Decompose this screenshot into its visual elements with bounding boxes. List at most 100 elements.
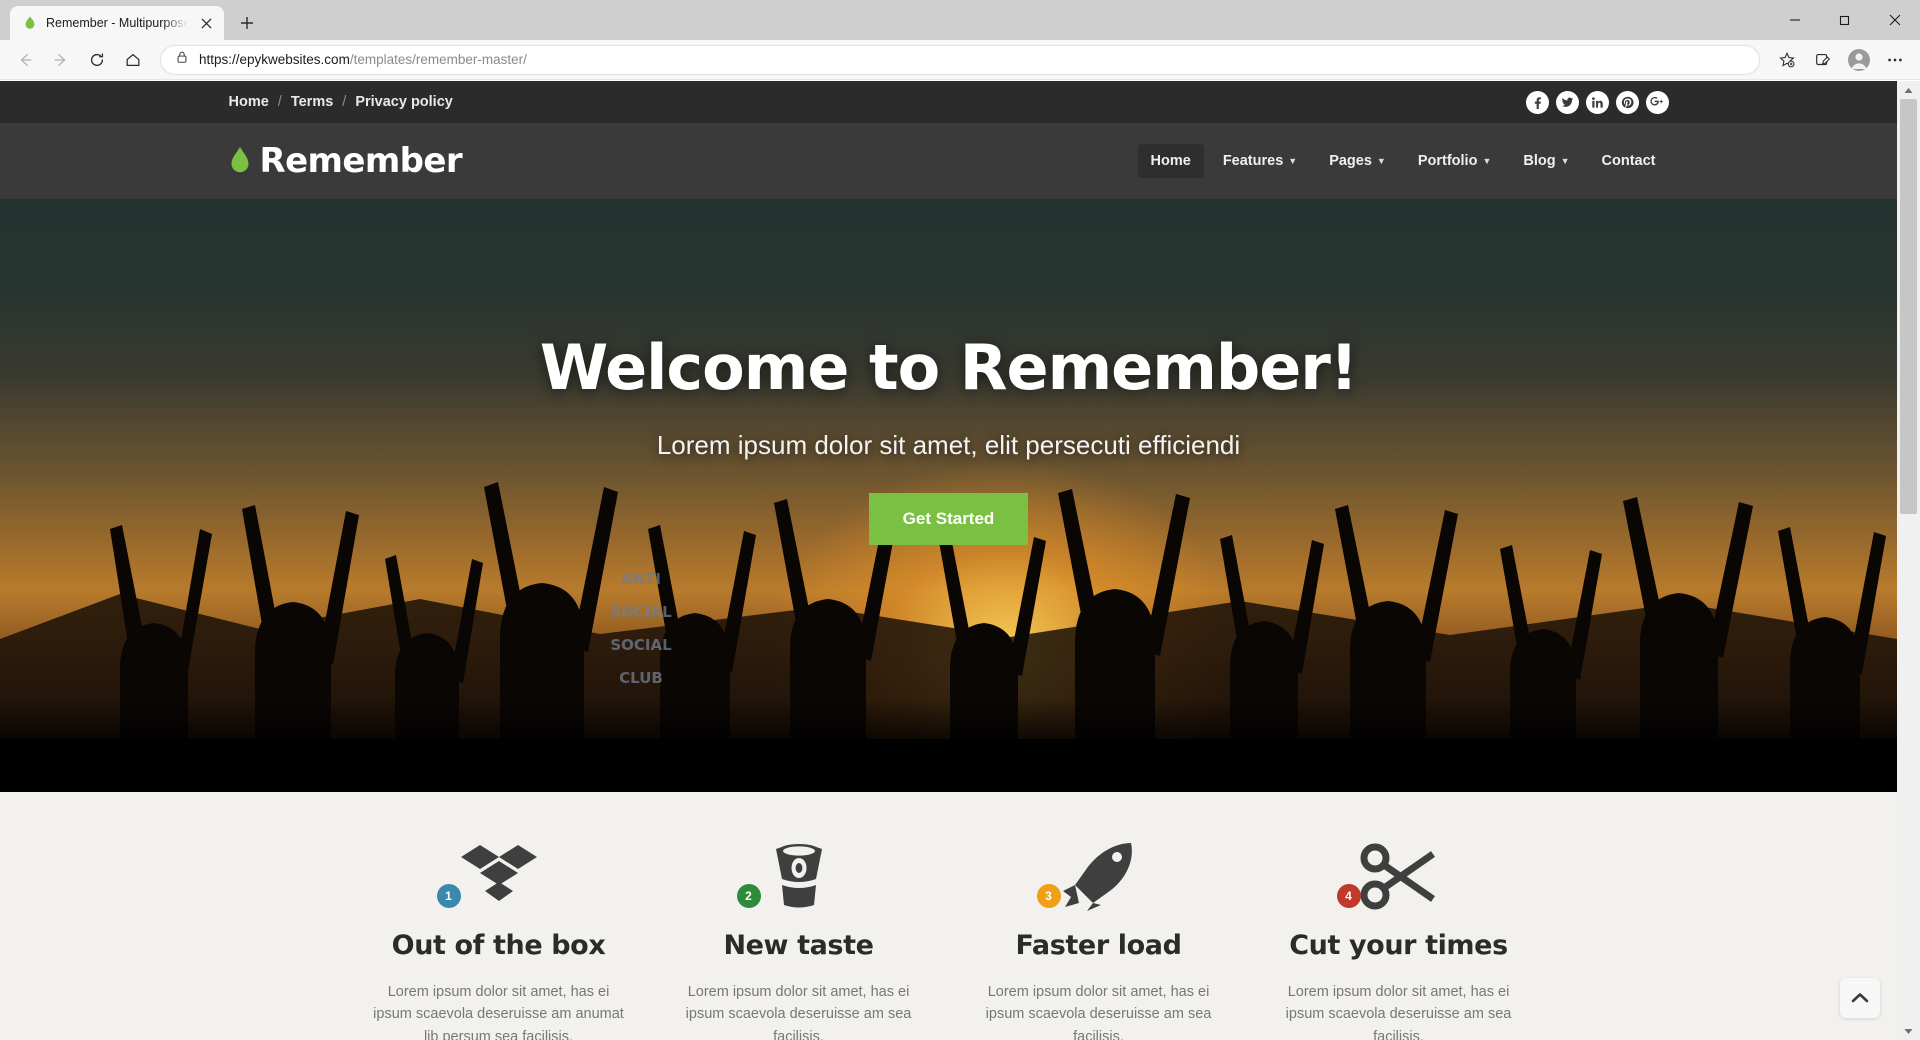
- url-text: https://epykwebsites.com/templates/remem…: [199, 52, 1749, 67]
- nav-label: Blog: [1523, 153, 1556, 169]
- coffee-cup-icon: [775, 844, 822, 908]
- hero-section: ANTI SOCIAL SOCIAL CLUB Welcome to Remem…: [0, 199, 1897, 792]
- svg-text:ANTI: ANTI: [621, 570, 661, 588]
- badge-number: 2: [745, 889, 752, 903]
- feature-card: 2 New taste Lorem ipsum dolor sit amet, …: [649, 838, 949, 1040]
- browser-toolbar: https://epykwebsites.com/templates/remem…: [0, 40, 1920, 80]
- maximize-icon[interactable]: [1820, 0, 1870, 40]
- badge-number: 1: [445, 889, 452, 903]
- chevron-down-icon: ▼: [1560, 156, 1570, 166]
- address-bar[interactable]: https://epykwebsites.com/templates/remem…: [160, 44, 1760, 75]
- collections-icon[interactable]: [1806, 43, 1840, 77]
- site-top-bar: Home / Terms / Privacy policy: [0, 81, 1897, 123]
- feature-text: Lorem ipsum dolor sit amet, has ei ipsum…: [685, 984, 912, 1040]
- rocket-icon: [1062, 843, 1132, 911]
- chevron-down-icon: ▼: [1482, 156, 1492, 166]
- chevron-down-icon: ▼: [1288, 156, 1298, 166]
- nav-label: Portfolio: [1417, 153, 1478, 169]
- badge-number: 4: [1345, 889, 1352, 903]
- url-path: /templates/remember-master/: [349, 52, 527, 67]
- feature-title: Faster load: [1015, 930, 1182, 961]
- top-bar-links: Home / Terms / Privacy policy: [229, 94, 453, 110]
- top-link-home[interactable]: Home: [229, 94, 269, 110]
- features-grid: 1 Out of the box Lorem ipsum dolor sit a…: [349, 838, 1549, 1040]
- home-icon[interactable]: [116, 43, 150, 77]
- scroll-up-arrow-icon[interactable]: [1897, 81, 1920, 99]
- feature-card: 1 Out of the box Lorem ipsum dolor sit a…: [349, 838, 649, 1040]
- site-header: Remember Home Features ▼ Pages ▼ Portfol…: [0, 123, 1897, 199]
- close-icon[interactable]: [1870, 0, 1920, 40]
- get-started-button[interactable]: Get Started: [868, 493, 1029, 545]
- url-domain: https://epykwebsites.com: [199, 52, 350, 67]
- feature-title: New taste: [723, 930, 874, 961]
- chevron-up-icon: [1851, 993, 1869, 1003]
- chevron-down-icon: ▼: [1376, 156, 1386, 166]
- web-page: Home / Terms / Privacy policy Remember H…: [0, 81, 1897, 1040]
- window-controls: [1770, 0, 1920, 40]
- pinterest-icon[interactable]: [1615, 90, 1639, 114]
- nav-item-home[interactable]: Home: [1137, 144, 1204, 178]
- scrollbar-thumb[interactable]: [1900, 99, 1917, 515]
- page-scrollbar[interactable]: [1897, 81, 1920, 1040]
- droplet-icon: [25, 16, 35, 29]
- twitter-icon[interactable]: [1555, 90, 1579, 114]
- new-tab-button[interactable]: [232, 8, 262, 38]
- nav-item-features[interactable]: Features ▼: [1210, 144, 1310, 178]
- top-link-terms[interactable]: Terms: [291, 94, 333, 110]
- feature-text: Lorem ipsum dolor sit amet, has ei ipsum…: [985, 984, 1212, 1040]
- social-links: [1525, 90, 1669, 114]
- hero-heading: Welcome to Remember!: [539, 331, 1358, 404]
- scroll-down-arrow-icon[interactable]: [1897, 1022, 1920, 1040]
- main-navigation: Home Features ▼ Pages ▼ Portfolio ▼ Blog…: [1137, 144, 1669, 178]
- dropbox-icon: [460, 845, 537, 901]
- nav-item-contact[interactable]: Contact: [1589, 144, 1669, 178]
- features-section: 1 Out of the box Lorem ipsum dolor sit a…: [0, 792, 1897, 1040]
- scrollbar-track[interactable]: [1897, 99, 1920, 1022]
- nav-item-portfolio[interactable]: Portfolio ▼: [1405, 144, 1505, 178]
- lock-icon: [175, 50, 189, 69]
- svg-text:SOCIAL: SOCIAL: [610, 603, 672, 621]
- tab-title: Remember - Multipurpose boots: [46, 16, 188, 30]
- minimize-icon[interactable]: [1770, 0, 1820, 40]
- feature-badge: 2: [736, 884, 761, 908]
- forward-arrow-icon[interactable]: [44, 43, 78, 77]
- nav-item-blog[interactable]: Blog ▼: [1510, 144, 1582, 178]
- close-tab-icon[interactable]: [196, 13, 216, 33]
- scissors-icon: [1360, 843, 1435, 910]
- green-droplet-icon: [231, 147, 248, 173]
- svg-text:CLUB: CLUB: [619, 669, 663, 687]
- hero-content: Welcome to Remember! Lorem ipsum dolor s…: [0, 331, 1897, 545]
- browser-window: Remember - Multipurpose boots: [0, 0, 1920, 1040]
- feature-title: Cut your times: [1289, 930, 1508, 961]
- page-viewport: Home / Terms / Privacy policy Remember H…: [0, 81, 1920, 1040]
- nav-item-pages[interactable]: Pages ▼: [1316, 144, 1399, 178]
- link-separator: /: [342, 94, 347, 110]
- site-logo[interactable]: Remember: [229, 141, 463, 181]
- feature-card: 4 Cut your times Lorem ipsum dolor sit a…: [1249, 838, 1549, 1040]
- more-options-icon[interactable]: [1878, 43, 1912, 77]
- nav-label: Features: [1222, 153, 1284, 169]
- back-arrow-icon[interactable]: [8, 43, 42, 77]
- feature-card: 3 Faster load Lorem ipsum dolor sit amet…: [949, 838, 1249, 1040]
- badge-number: 3: [1045, 889, 1052, 903]
- googleplus-icon[interactable]: [1645, 90, 1669, 114]
- reload-icon[interactable]: [80, 43, 114, 77]
- svg-text:SOCIAL: SOCIAL: [610, 636, 672, 654]
- nav-label: Home: [1150, 153, 1191, 169]
- feature-text: Lorem ipsum dolor sit amet, has ei ipsum…: [373, 984, 624, 1040]
- feature-title: Out of the box: [391, 930, 606, 961]
- logo-text: Remember: [259, 141, 463, 181]
- linkedin-icon[interactable]: [1585, 90, 1609, 114]
- tab-strip: Remember - Multipurpose boots: [0, 0, 1920, 40]
- feature-icon-wrap: 4: [1267, 838, 1531, 916]
- scroll-to-top-button[interactable]: [1840, 978, 1880, 1018]
- hero-subheading: Lorem ipsum dolor sit amet, elit persecu…: [656, 430, 1241, 460]
- feature-icon-wrap: 3: [967, 838, 1231, 916]
- profile-avatar-icon[interactable]: [1842, 43, 1876, 77]
- add-favorite-star-icon[interactable]: [1770, 43, 1804, 77]
- feature-badge: 4: [1336, 884, 1361, 908]
- top-link-privacy-policy[interactable]: Privacy policy: [355, 94, 453, 110]
- browser-tab[interactable]: Remember - Multipurpose boots: [10, 6, 224, 40]
- facebook-icon[interactable]: [1525, 90, 1549, 114]
- feature-badge: 1: [436, 884, 461, 908]
